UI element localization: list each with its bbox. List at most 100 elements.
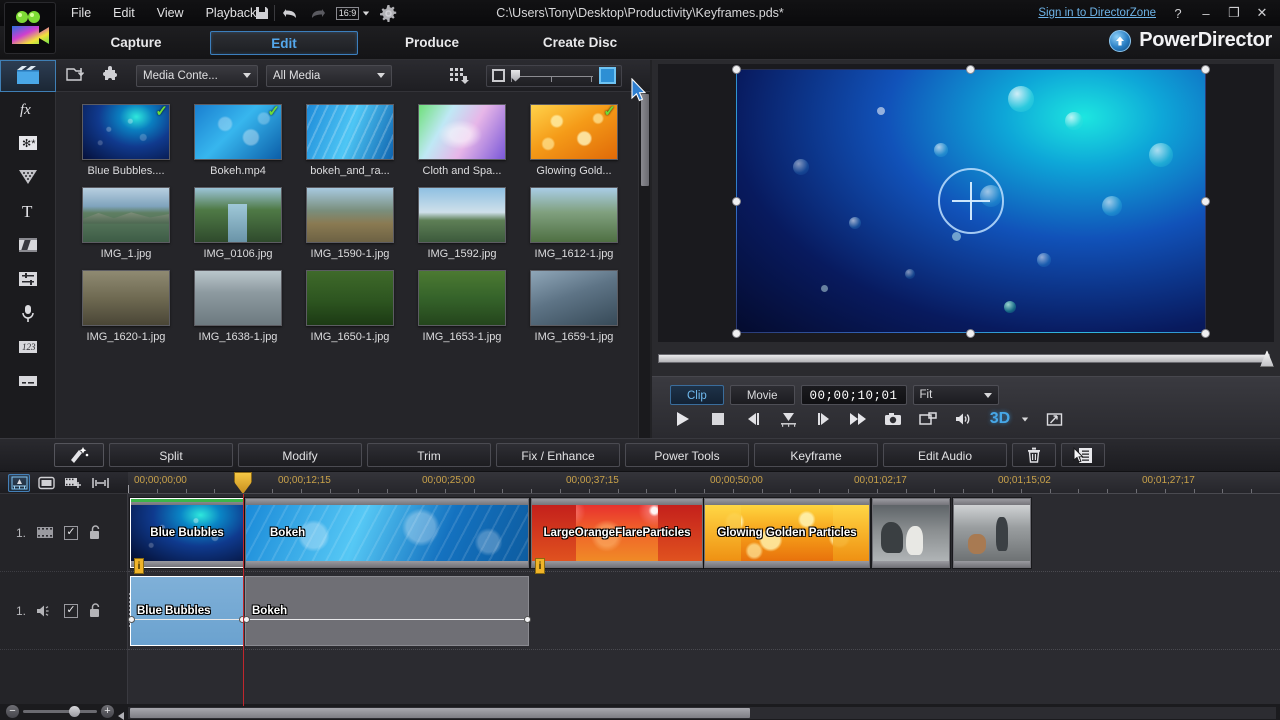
volume-line[interactable] (131, 619, 243, 620)
tab-produce[interactable]: Produce (358, 31, 506, 55)
fix-enhance-button[interactable]: Fix / Enhance (496, 443, 620, 467)
preview-stage[interactable] (658, 64, 1274, 342)
media-item[interactable]: IMG_1638-1.jpg (182, 270, 294, 343)
stop-icon[interactable] (707, 409, 729, 429)
preview-scrubber[interactable] (658, 350, 1274, 368)
preview-mode-movie[interactable]: Movie (730, 385, 795, 405)
minimize-button[interactable]: – (1194, 3, 1218, 23)
modify-button[interactable]: Modify (238, 443, 362, 467)
media-thumbnail[interactable] (418, 187, 506, 243)
media-thumbnail[interactable] (194, 187, 282, 243)
storyboard-view-icon[interactable] (35, 474, 57, 492)
sidebar-item-transition-room[interactable] (0, 228, 56, 262)
volume-keyframe[interactable] (128, 616, 135, 623)
volume-icon[interactable] (952, 409, 974, 429)
preferences-gear-icon[interactable] (379, 4, 398, 22)
sidebar-item-subtitle-room[interactable] (0, 364, 56, 398)
timeline-horizontal-scrollbar[interactable] (128, 707, 1276, 719)
sidebar-item-effect-room[interactable]: fx (0, 92, 56, 126)
resize-handle-ml[interactable] (732, 197, 741, 206)
timeline-clip[interactable] (953, 498, 1031, 568)
audio-track-1[interactable]: Blue Bubbles Bokeh (128, 572, 1280, 650)
sidebar-item-particle-room[interactable] (0, 160, 56, 194)
scrollbar-thumb[interactable] (130, 708, 750, 718)
sidebar-item-pip-objects-room[interactable]: ✻* (0, 126, 56, 160)
timeline-ruler[interactable]: 00;00;00;00 00;00;12;15 00;00;25;00 00;0… (128, 472, 1280, 494)
resize-handle-bc[interactable] (966, 329, 975, 338)
aspect-ratio-icon[interactable]: 16:9 (336, 4, 370, 22)
media-thumbnail[interactable] (82, 270, 170, 326)
media-thumbnail[interactable] (418, 270, 506, 326)
delete-button[interactable] (1012, 443, 1056, 467)
timeline-audio-clip[interactable]: Bokeh (245, 576, 529, 646)
media-item[interactable]: IMG_1612-1.jpg (518, 187, 630, 260)
timeline-audio-clip[interactable]: Blue Bubbles (130, 576, 244, 646)
directorzone-signin-link[interactable]: Sign in to DirectorZone (1038, 7, 1156, 19)
media-thumbnail[interactable] (194, 270, 282, 326)
volume-keyframe[interactable] (524, 616, 531, 623)
volume-line[interactable] (246, 619, 528, 620)
media-thumbnail[interactable] (530, 270, 618, 326)
media-thumbnail[interactable]: ✓ (82, 104, 170, 160)
scrollbar-thumb[interactable] (641, 94, 649, 186)
tab-create-disc[interactable]: Create Disc (506, 31, 654, 55)
media-item[interactable]: IMG_0106.jpg (182, 187, 294, 260)
track-lock-icon[interactable] (87, 603, 101, 619)
playhead-marker[interactable] (234, 472, 252, 494)
thumbnail-size-slider[interactable] (511, 70, 593, 82)
maximize-button[interactable]: ❐ (1222, 3, 1246, 23)
track-manager-icon[interactable] (62, 474, 84, 492)
sort-icon[interactable] (446, 64, 472, 88)
track-header-audio-1[interactable]: 1. ✓ (0, 572, 127, 650)
preview-video[interactable] (736, 69, 1206, 333)
thumbnail-size-control[interactable] (486, 65, 622, 87)
sidebar-item-title-room[interactable]: T (0, 194, 56, 228)
fast-forward-icon[interactable] (847, 409, 869, 429)
menu-file[interactable]: File (60, 3, 102, 23)
snapshot-icon[interactable] (882, 409, 904, 429)
media-item[interactable]: IMG_1653-1.jpg (406, 270, 518, 343)
sidebar-item-voice-over-room[interactable] (0, 296, 56, 330)
media-item[interactable]: IMG_1.jpg (70, 187, 182, 260)
library-content-dropdown[interactable]: Media Conte... (136, 65, 258, 87)
timeline-view-icon[interactable] (8, 474, 30, 492)
plugin-icon[interactable] (98, 64, 124, 88)
media-item[interactable]: IMG_1592.jpg (406, 187, 518, 260)
timeline-clip[interactable]: Glowing Golden Particles (704, 498, 870, 568)
media-item[interactable]: IMG_1650-1.jpg (294, 270, 406, 343)
timeline-clip[interactable]: LargeOrangeFlareParticles (531, 498, 703, 568)
resize-handle-mr[interactable] (1201, 197, 1210, 206)
resize-handle-tc[interactable] (966, 65, 975, 74)
menu-edit[interactable]: Edit (102, 3, 146, 23)
zoom-slider-knob[interactable] (69, 706, 80, 717)
media-thumbnail[interactable] (418, 104, 506, 160)
three-d-toggle[interactable]: 3D (987, 409, 1013, 429)
trim-button[interactable]: Trim (367, 443, 491, 467)
pip-center-crosshair-icon[interactable] (938, 168, 1004, 234)
media-item[interactable]: IMG_1590-1.jpg (294, 187, 406, 260)
small-thumbnail-icon[interactable] (492, 69, 505, 82)
preview-mode-clip[interactable]: Clip (670, 385, 724, 405)
timeline-clip[interactable] (872, 498, 950, 568)
next-frame-icon[interactable] (812, 409, 834, 429)
import-media-icon[interactable] (64, 64, 90, 88)
media-item[interactable]: ✓ Bokeh.mp4 (182, 104, 294, 177)
undo-icon[interactable] (280, 4, 299, 22)
close-button[interactable]: ✕ (1250, 3, 1274, 23)
timeline-zoom-slider[interactable] (23, 710, 97, 713)
scroll-left-arrow-icon[interactable] (116, 708, 126, 718)
edit-audio-button[interactable]: Edit Audio (883, 443, 1007, 467)
media-thumbnail[interactable]: ✓ (194, 104, 282, 160)
media-thumbnail[interactable] (82, 187, 170, 243)
clip-info-badge[interactable]: i (535, 558, 545, 574)
large-thumbnail-icon[interactable] (599, 67, 616, 84)
magic-tools-button[interactable] (54, 443, 104, 467)
track-enable-checkbox[interactable]: ✓ (64, 604, 78, 618)
menu-view[interactable]: View (146, 3, 195, 23)
mark-in-out-icon[interactable] (777, 409, 799, 429)
play-icon[interactable] (672, 409, 694, 429)
timeline-zoom-control[interactable]: − + (6, 705, 114, 718)
media-thumbnail[interactable] (306, 187, 394, 243)
split-button[interactable]: Split (109, 443, 233, 467)
resize-handle-tr[interactable] (1201, 65, 1210, 74)
